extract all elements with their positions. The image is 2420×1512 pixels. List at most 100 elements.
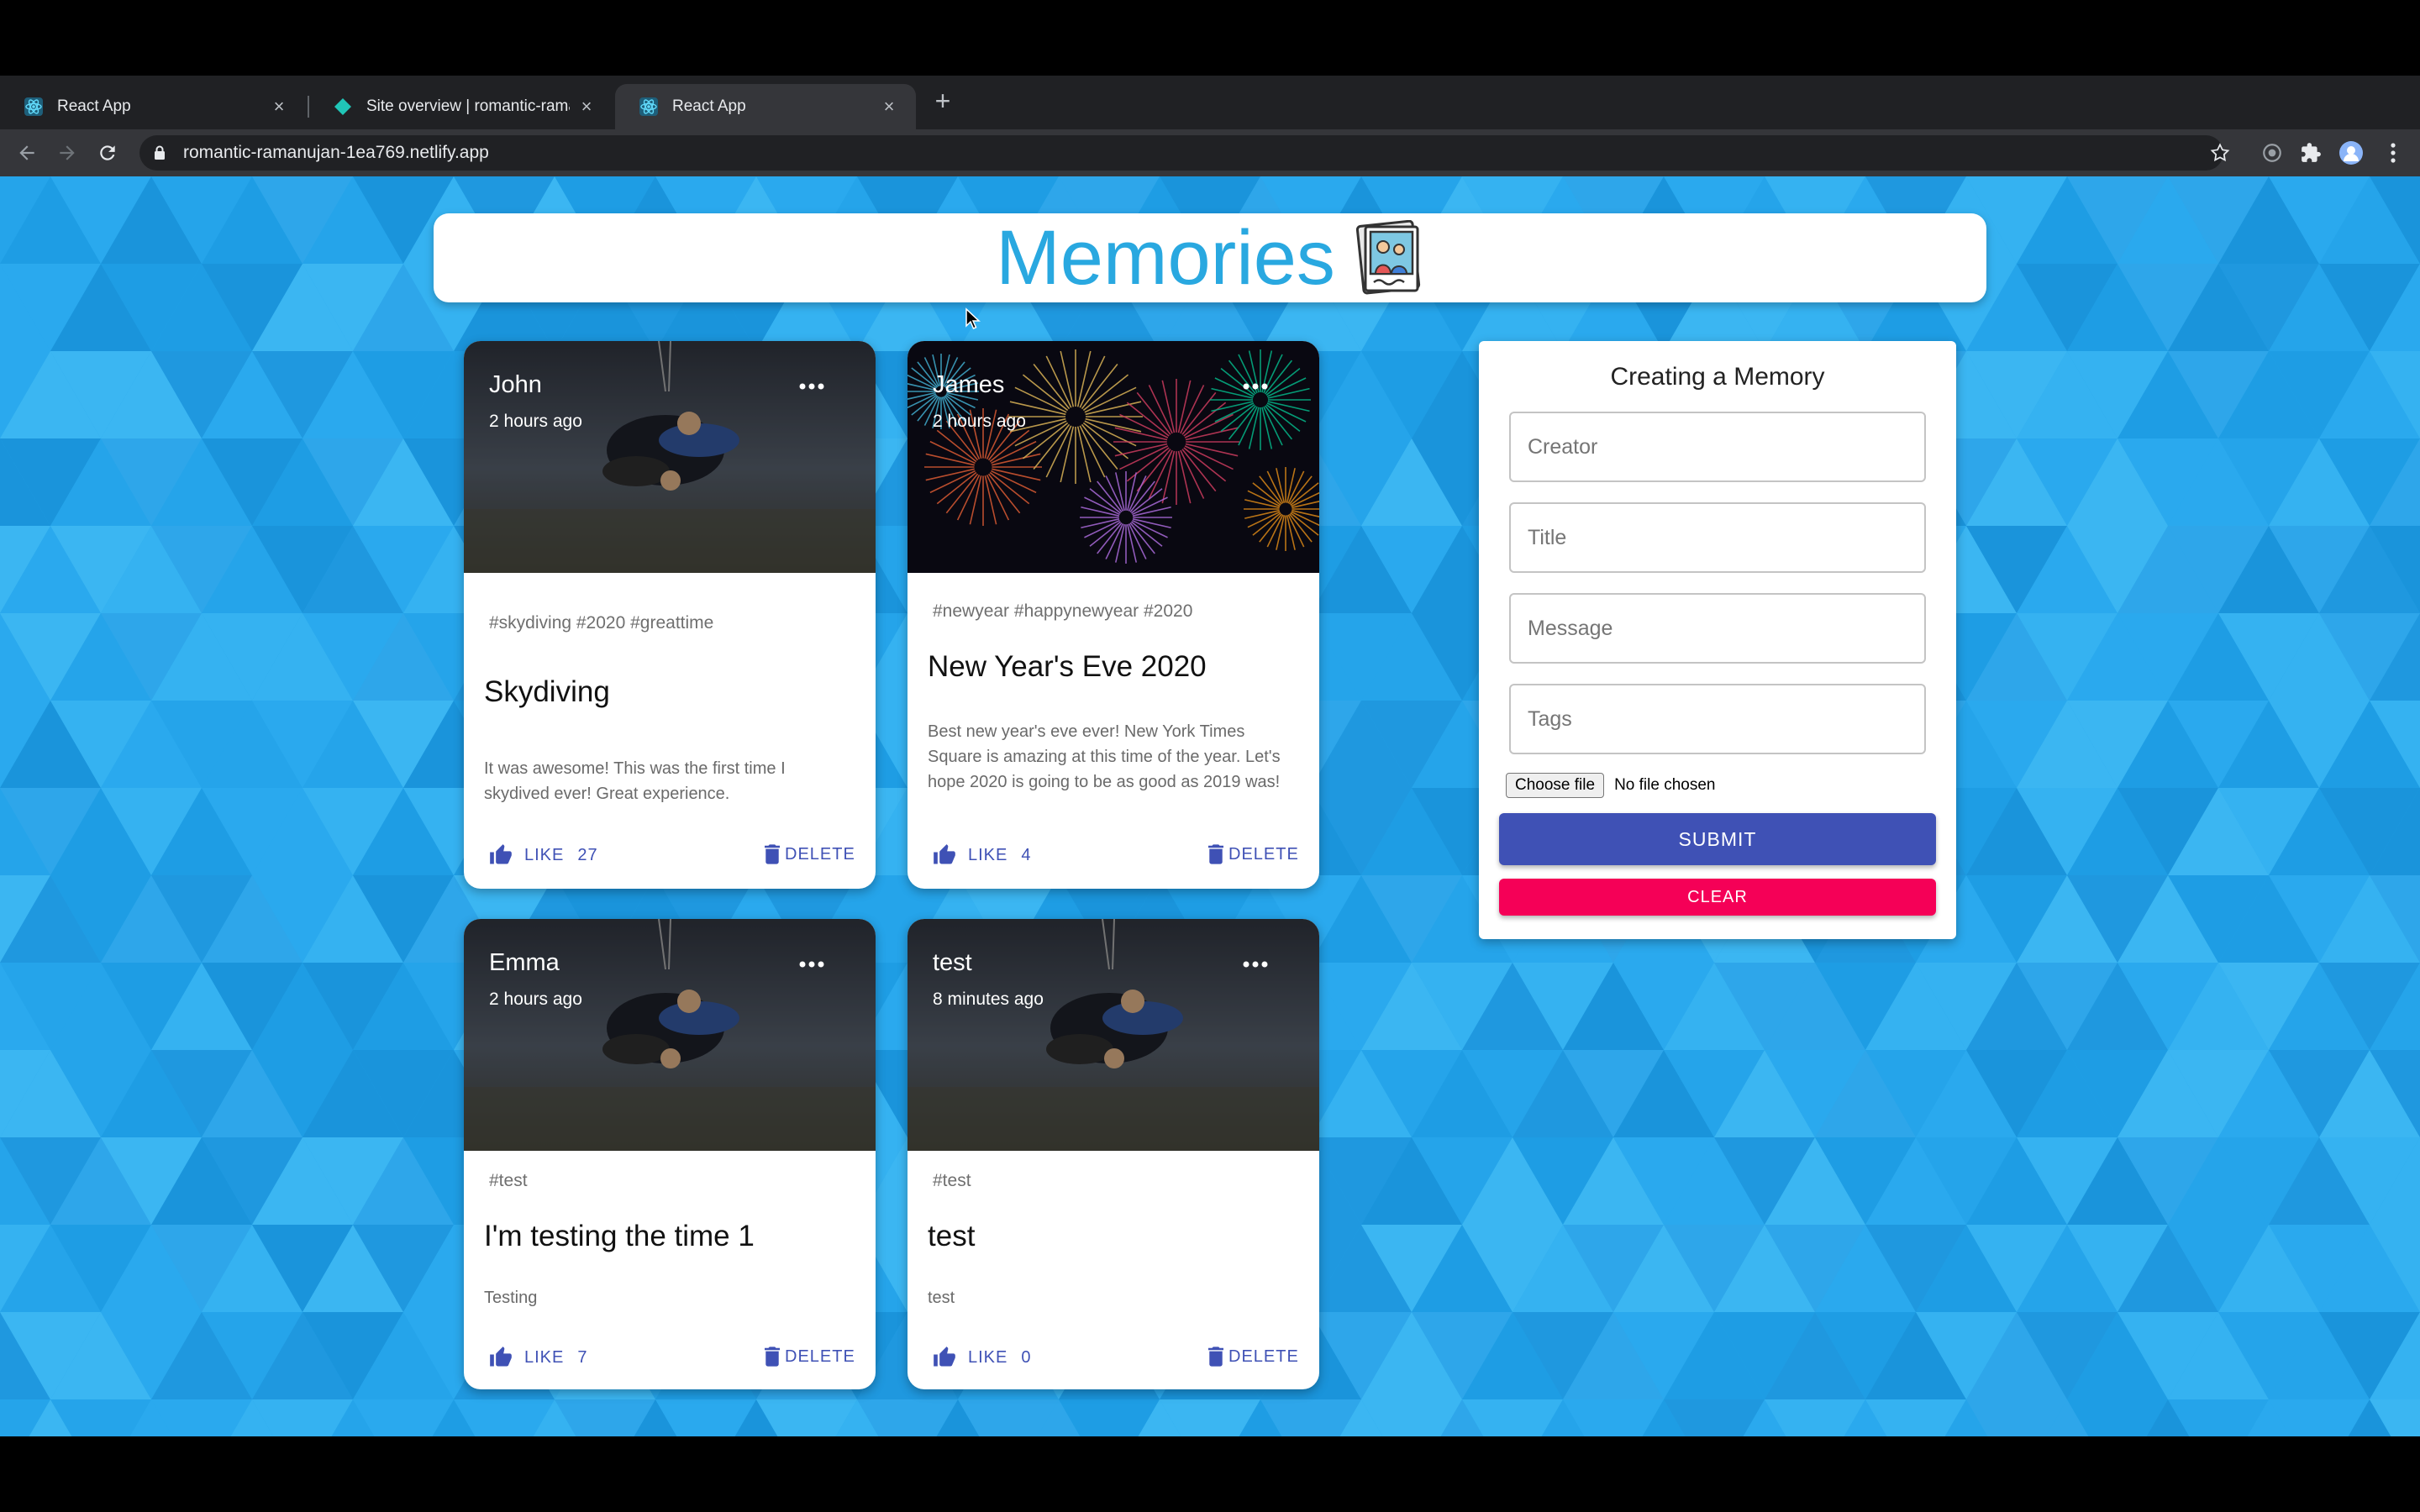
tab-title: Site overview | romantic-raman <box>366 97 570 115</box>
trash-icon <box>1208 1347 1223 1367</box>
post-message: test <box>928 1289 955 1307</box>
app-title: Memories <box>996 214 1335 301</box>
close-icon[interactable]: × <box>576 96 597 117</box>
browser-toolbar: romantic-ramanujan-1ea769.netlify.app <box>0 129 2420 176</box>
browser-tab-strip: React App × Site overview | romantic-ram… <box>0 76 2420 129</box>
page-viewport: Memories John 2 hours ago #skydiving #20… <box>0 176 2420 1436</box>
like-button[interactable]: LIKE 4 <box>933 843 1031 867</box>
post-time: 2 hours ago <box>489 412 582 431</box>
post-creator: John <box>489 371 542 398</box>
memories-photo-icon <box>1355 219 1424 296</box>
post-tags: #newyear #happynewyear #2020 <box>933 601 1193 621</box>
like-label: LIKE <box>968 1347 1008 1367</box>
delete-button[interactable]: DELETE <box>1208 1346 1299 1368</box>
post-title: Skydiving <box>484 675 610 708</box>
netlify-icon <box>333 97 353 117</box>
close-icon[interactable]: × <box>879 96 899 117</box>
reload-icon[interactable] <box>92 138 123 168</box>
back-arrow-icon[interactable] <box>12 138 42 168</box>
delete-label: DELETE <box>785 1347 855 1366</box>
thumb-up-icon <box>490 844 512 864</box>
post-creator: Emma <box>489 949 560 976</box>
post-title: test <box>928 1220 976 1252</box>
forward-arrow-icon[interactable] <box>52 138 82 168</box>
delete-label: DELETE <box>1228 1347 1299 1366</box>
delete-button[interactable]: DELETE <box>765 1346 855 1368</box>
mouse-cursor-icon <box>965 307 981 329</box>
trash-icon <box>1208 844 1223 864</box>
browser-tab-react-app-active[interactable]: React App × <box>615 84 916 129</box>
post-tags: #skydiving #2020 #greattime <box>489 613 714 633</box>
creator-input[interactable] <box>1511 413 1924 480</box>
tags-input[interactable] <box>1511 685 1924 753</box>
more-horizontal-icon[interactable] <box>793 946 830 983</box>
react-icon <box>639 97 659 117</box>
like-button[interactable]: LIKE 27 <box>489 843 598 867</box>
tags-field[interactable] <box>1509 684 1926 754</box>
delete-label: DELETE <box>1228 844 1299 864</box>
lock-icon <box>151 144 168 161</box>
address-bar[interactable]: romantic-ramanujan-1ea769.netlify.app <box>139 135 2223 171</box>
post-time: 8 minutes ago <box>933 990 1044 1009</box>
post-tags: #test <box>933 1171 971 1190</box>
choose-file-button[interactable]: Choose file <box>1506 773 1605 798</box>
post-time: 2 hours ago <box>933 412 1026 431</box>
memory-card: Emma 2 hours ago #test I'm testing the t… <box>464 919 876 1389</box>
memory-card: test 8 minutes ago #test test test LIKE … <box>908 919 1319 1389</box>
title-field[interactable] <box>1509 502 1926 573</box>
trash-icon <box>765 844 780 864</box>
like-count: 27 <box>577 845 598 864</box>
close-icon[interactable]: × <box>269 96 289 117</box>
post-title: New Year's Eve 2020 <box>928 650 1207 683</box>
like-label: LIKE <box>968 845 1008 864</box>
submit-button[interactable]: SUBMIT <box>1499 813 1936 865</box>
bookmark-star-icon[interactable] <box>2207 139 2233 166</box>
form-title: Creating a Memory <box>1610 363 1825 391</box>
post-creator: James <box>933 371 1005 398</box>
like-count: 4 <box>1021 845 1032 864</box>
message-input[interactable] <box>1511 595 1924 662</box>
thumb-up-icon <box>490 1347 512 1367</box>
browser-tab-react-app-1[interactable]: React App × <box>0 84 306 129</box>
delete-button[interactable]: DELETE <box>1208 843 1299 865</box>
screen-letterbox-top <box>0 0 2420 76</box>
post-creator: test <box>933 949 972 976</box>
post-message: It was awesome! This was the first time … <box>484 759 786 803</box>
address-url: romantic-ramanujan-1ea769.netlify.app <box>183 143 489 162</box>
delete-label: DELETE <box>785 844 855 864</box>
like-button[interactable]: LIKE 7 <box>489 1346 587 1369</box>
tab-title: React App <box>672 97 746 115</box>
create-memory-form: Creating a Memory Choose file No file ch… <box>1479 341 1956 939</box>
new-tab-plus-icon[interactable]: + <box>929 86 956 116</box>
post-title: I'm testing the time 1 <box>484 1220 755 1252</box>
post-message: Testing <box>484 1289 538 1307</box>
thumb-up-icon <box>934 1347 955 1367</box>
file-status: No file chosen <box>1614 776 1716 794</box>
title-input[interactable] <box>1511 504 1924 571</box>
app-header: Memories <box>434 213 1986 302</box>
extension-circle-icon[interactable] <box>2259 139 2286 166</box>
profile-avatar-icon[interactable] <box>2338 139 2365 166</box>
like-count: 0 <box>1021 1347 1032 1367</box>
post-message: Best new year's eve ever! New York Times… <box>928 722 1281 791</box>
message-field[interactable] <box>1509 593 1926 664</box>
clear-button[interactable]: CLEAR <box>1499 879 1936 916</box>
tab-title: React App <box>57 97 131 115</box>
file-input: Choose file No file chosen <box>1506 773 1715 798</box>
react-icon <box>24 97 44 117</box>
creator-field[interactable] <box>1509 412 1926 482</box>
like-label: LIKE <box>524 845 565 864</box>
like-button[interactable]: LIKE 0 <box>933 1346 1031 1369</box>
delete-button[interactable]: DELETE <box>765 843 855 865</box>
more-horizontal-icon[interactable] <box>793 368 830 405</box>
browser-tab-site-overview[interactable]: Site overview | romantic-raman × <box>309 84 613 129</box>
browser-menu-icon[interactable] <box>2380 139 2407 166</box>
like-count: 7 <box>577 1347 588 1367</box>
memory-card: John 2 hours ago #skydiving #2020 #great… <box>464 341 876 889</box>
trash-icon <box>765 1347 780 1367</box>
extensions-puzzle-icon[interactable] <box>2297 139 2324 166</box>
screen-letterbox-bottom <box>0 1436 2420 1512</box>
more-horizontal-icon[interactable] <box>1237 368 1274 405</box>
more-horizontal-icon[interactable] <box>1237 946 1274 983</box>
memory-card: James 2 hours ago #newyear #happynewyear… <box>908 341 1319 889</box>
